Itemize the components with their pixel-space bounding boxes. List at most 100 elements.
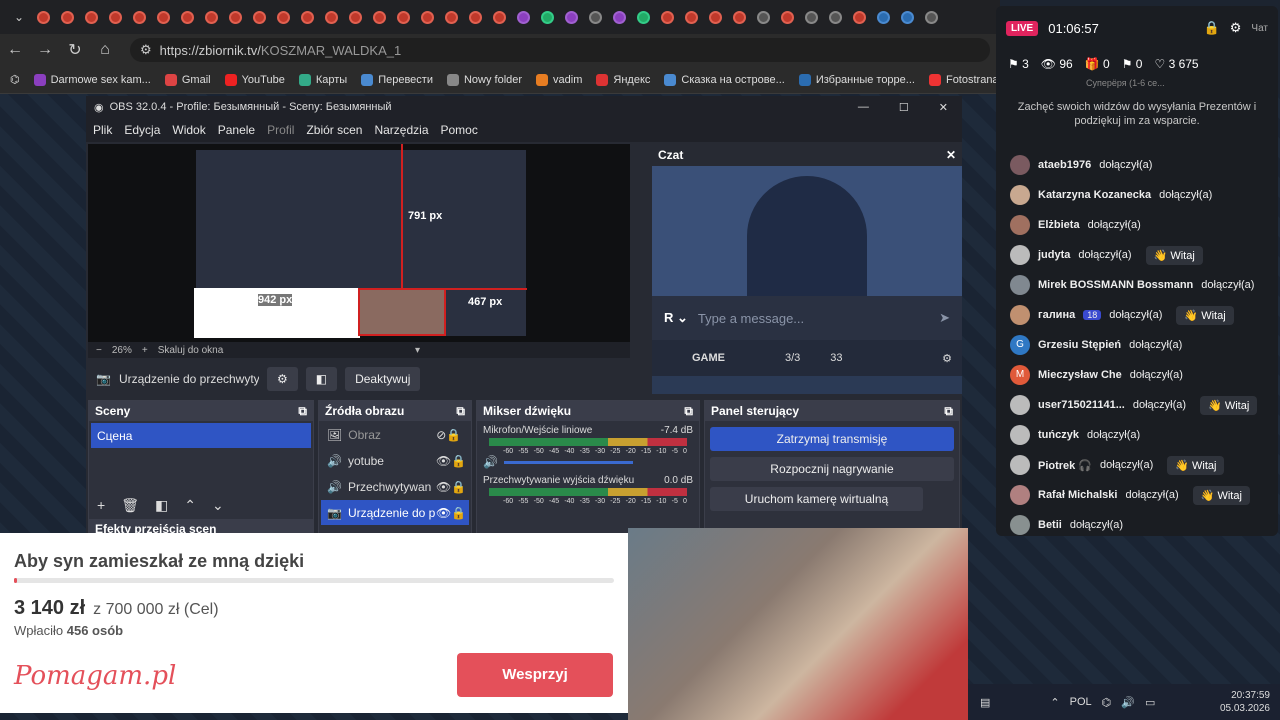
lock-icon[interactable]: 🔒 — [451, 454, 466, 468]
avatar[interactable] — [1010, 515, 1030, 535]
avatar[interactable]: M — [1010, 365, 1030, 385]
avatar[interactable] — [1010, 485, 1030, 505]
obs-menu-item[interactable]: Narzędzia — [374, 123, 428, 137]
obs-menu-item[interactable]: Profil — [267, 123, 294, 137]
browser-tab[interactable] — [896, 6, 918, 28]
browser-tab[interactable] — [608, 6, 630, 28]
trash-icon[interactable]: 🗑 — [121, 497, 139, 514]
network-icon[interactable]: ⌬ — [1102, 696, 1112, 709]
chat-username[interactable]: Grzesiu Stępień — [1038, 339, 1121, 351]
volume-slider[interactable]: 🔊 — [483, 455, 693, 469]
site-info-icon[interactable]: ⚙ — [140, 42, 152, 58]
reload-icon[interactable]: ↻ — [60, 40, 90, 60]
browser-tab[interactable] — [488, 6, 510, 28]
account-icon[interactable]: R ⌄ — [664, 310, 688, 326]
browser-tab[interactable] — [344, 6, 366, 28]
chat-username[interactable]: Betii — [1038, 519, 1062, 531]
settings-icon[interactable]: ⚙ — [942, 352, 952, 365]
bookmark-item[interactable]: Избранные торре... — [798, 73, 915, 86]
avatar[interactable] — [1010, 185, 1030, 205]
chat-message-input[interactable]: R ⌄ Type a message... ➤ — [652, 296, 962, 340]
chat-username[interactable]: галина — [1038, 309, 1075, 321]
welcome-button[interactable]: 👋 Witaj — [1200, 395, 1258, 415]
chat-label[interactable]: Чат — [1251, 23, 1268, 34]
browser-tab[interactable] — [920, 6, 942, 28]
browser-tab[interactable] — [536, 6, 558, 28]
close-icon[interactable]: ✕ — [946, 148, 956, 162]
bookmark-item[interactable]: Яндекс — [596, 73, 650, 86]
undock-icon[interactable]: ⧉ — [944, 404, 953, 418]
chat-username[interactable]: user715021141... — [1038, 399, 1125, 411]
bookmark-item[interactable]: YouTube — [224, 73, 285, 86]
notes-icon[interactable]: ▤ — [980, 696, 990, 709]
welcome-button[interactable]: 👋 Witaj — [1167, 455, 1225, 475]
browser-tab[interactable] — [272, 6, 294, 28]
settings-icon[interactable]: ⚙ — [1230, 20, 1242, 36]
avatar[interactable] — [1010, 275, 1030, 295]
back-icon[interactable]: ← — [0, 41, 30, 59]
lock-icon[interactable]: 🔒 — [1204, 20, 1220, 36]
slider-track[interactable] — [503, 460, 633, 464]
source-item[interactable]: 🔊 yotube 👁 🔒 — [321, 448, 469, 473]
browser-tab[interactable] — [752, 6, 774, 28]
browser-tab[interactable] — [728, 6, 750, 28]
add-icon[interactable]: + — [97, 497, 105, 514]
source-settings-button[interactable]: ⚙ — [266, 367, 298, 391]
browser-tab[interactable] — [776, 6, 798, 28]
obs-menu-item[interactable]: Panele — [218, 123, 255, 137]
browser-tab[interactable] — [464, 6, 486, 28]
eye-icon[interactable]: 👁 — [436, 480, 451, 494]
maximize-icon[interactable]: ☐ — [899, 101, 909, 114]
eye-icon[interactable]: 👁 — [436, 454, 451, 468]
apps-icon[interactable]: ⌬ — [10, 73, 20, 86]
preview-selected-source[interactable] — [358, 288, 446, 336]
bookmark-item[interactable]: vadim — [536, 73, 582, 86]
volume-icon[interactable]: 🔊 — [1121, 696, 1135, 709]
support-button[interactable]: Wesprzyj — [457, 653, 613, 697]
obs-preview[interactable]: 791 px 942 px 467 px — [88, 144, 630, 342]
stop-stream-button[interactable]: Zatrzymaj transmisję — [710, 427, 954, 451]
zoom-in-button[interactable]: + — [142, 345, 148, 356]
browser-tab[interactable] — [176, 6, 198, 28]
chat-username[interactable]: judyta — [1038, 249, 1070, 261]
browser-tab[interactable] — [320, 6, 342, 28]
tab-list-button[interactable]: ⌄ — [8, 6, 30, 28]
browser-tab[interactable] — [80, 6, 102, 28]
chat-username[interactable]: Mirek BOSSMANN Bossmann — [1038, 279, 1193, 291]
obs-menu-item[interactable]: Pomoc — [441, 123, 478, 137]
browser-tab[interactable] — [632, 6, 654, 28]
welcome-button[interactable]: 👋 Witaj — [1145, 245, 1203, 265]
welcome-button[interactable]: 👋 Witaj — [1176, 305, 1234, 325]
browser-tab[interactable] — [800, 6, 822, 28]
undock-icon[interactable]: ⧉ — [684, 404, 693, 418]
bookmark-item[interactable]: Перевести — [361, 73, 433, 86]
browser-tab[interactable] — [824, 6, 846, 28]
battery-icon[interactable]: ▭ — [1145, 696, 1155, 709]
bookmark-item[interactable]: Карты — [298, 73, 347, 86]
lock-icon[interactable]: 🔒 — [446, 428, 461, 442]
obs-menu-item[interactable]: Plik — [93, 123, 112, 137]
forward-icon[interactable]: → — [30, 41, 60, 59]
chat-username[interactable]: Piotrek 🎧 — [1038, 459, 1092, 472]
avatar[interactable] — [1010, 455, 1030, 475]
chat-username[interactable]: ataeb1976 — [1038, 159, 1091, 171]
browser-tab[interactable] — [200, 6, 222, 28]
browser-tab[interactable] — [128, 6, 150, 28]
close-icon[interactable]: ✕ — [939, 101, 948, 114]
avatar[interactable] — [1010, 215, 1030, 235]
browser-tab[interactable] — [704, 6, 726, 28]
browser-tab[interactable] — [416, 6, 438, 28]
avatar[interactable] — [1010, 395, 1030, 415]
avatar[interactable] — [1010, 305, 1030, 325]
bookmark-item[interactable]: Darmowe sex kam... — [33, 73, 151, 86]
url-input[interactable]: ⚙ https://zbiornik.tv/KOSZMAR_WALDKA_1 — [130, 38, 990, 62]
source-filters-button[interactable]: ◧ — [305, 367, 338, 391]
send-icon[interactable]: ➤ — [939, 310, 950, 326]
browser-tab[interactable] — [56, 6, 78, 28]
browser-tab[interactable] — [680, 6, 702, 28]
browser-tab[interactable] — [104, 6, 126, 28]
avatar[interactable] — [1010, 245, 1030, 265]
lock-icon[interactable]: 🔒 — [451, 480, 466, 494]
scene-item[interactable]: Сцена — [91, 423, 311, 448]
browser-tab[interactable] — [440, 6, 462, 28]
